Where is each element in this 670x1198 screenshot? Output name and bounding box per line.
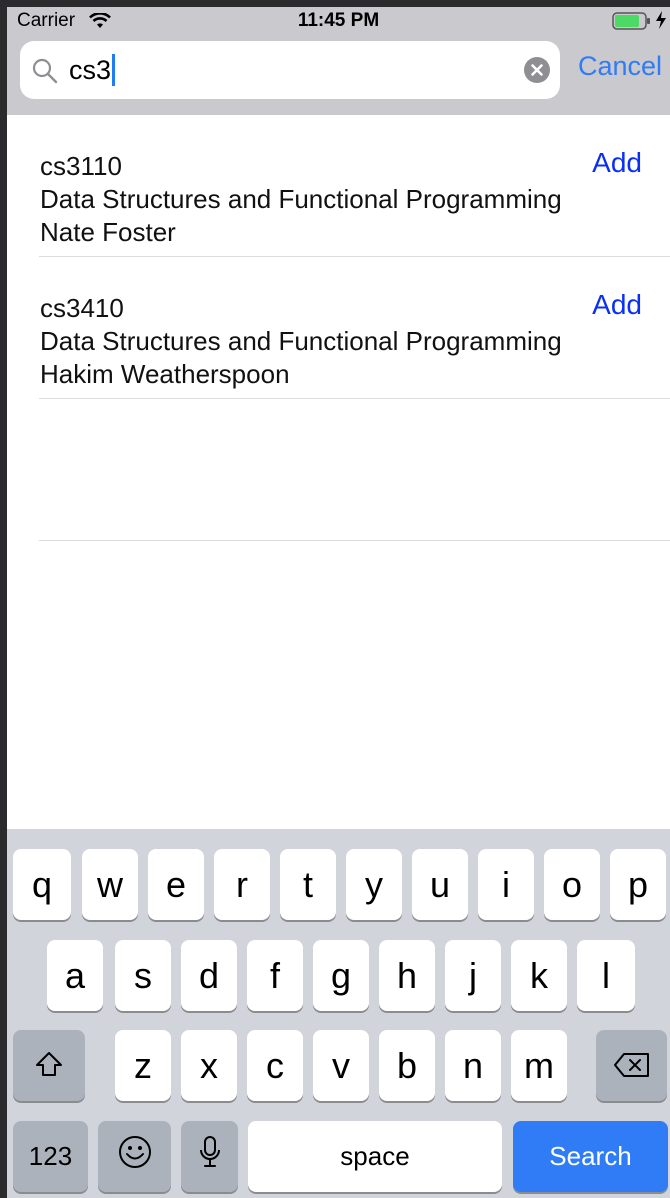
search-key[interactable]: Search <box>513 1121 668 1192</box>
shift-key[interactable] <box>13 1030 85 1101</box>
key-j[interactable]: j <box>445 940 501 1011</box>
dictation-key[interactable] <box>181 1121 238 1192</box>
key-p[interactable]: p <box>610 849 666 920</box>
search-header: cs3 Cancel <box>7 35 670 115</box>
cancel-button[interactable]: Cancel <box>578 51 662 82</box>
shift-icon <box>34 1045 64 1087</box>
text-caret <box>112 54 116 86</box>
microphone-icon <box>199 1135 221 1178</box>
clock: 11:45 PM <box>297 10 380 31</box>
key-l[interactable]: l <box>577 940 635 1011</box>
key-f[interactable]: f <box>247 940 303 1011</box>
emoji-icon <box>118 1135 152 1178</box>
key-a[interactable]: a <box>47 940 103 1011</box>
backspace-key[interactable] <box>596 1030 667 1101</box>
key-u[interactable]: u <box>412 849 468 920</box>
keyboard: q w e r t y u i o p a s d f g h j k l z … <box>7 829 670 1198</box>
key-m[interactable]: m <box>511 1030 567 1101</box>
list-item: cs3110 Data Structures and Functional Pr… <box>39 115 670 257</box>
search-icon <box>32 58 58 89</box>
key-e[interactable]: e <box>148 849 204 920</box>
key-r[interactable]: r <box>214 849 270 920</box>
key-k[interactable]: k <box>511 940 567 1011</box>
key-i[interactable]: i <box>478 849 534 920</box>
course-code: cs3110 <box>40 151 122 181</box>
search-input[interactable]: cs3 <box>20 41 560 99</box>
key-o[interactable]: o <box>544 849 600 920</box>
backspace-icon <box>613 1045 651 1087</box>
empty-row <box>39 399 670 541</box>
results-list: cs3110 Data Structures and Functional Pr… <box>7 115 670 541</box>
add-button[interactable]: Add <box>592 289 642 321</box>
course-instructor: Hakim Weatherspoon <box>40 359 290 389</box>
key-t[interactable]: t <box>280 849 336 920</box>
course-title: Data Structures and Functional Programmi… <box>40 326 562 356</box>
battery-icon <box>612 12 652 35</box>
key-c[interactable]: c <box>247 1030 303 1101</box>
key-n[interactable]: n <box>445 1030 501 1101</box>
numbers-key[interactable]: 123 <box>13 1121 88 1192</box>
space-key[interactable]: space <box>248 1121 502 1192</box>
course-title: Data Structures and Functional Programmi… <box>40 184 562 214</box>
key-b[interactable]: b <box>379 1030 435 1101</box>
key-y[interactable]: y <box>346 849 402 920</box>
screen: Carrier 11:45 PM cs3 Cancel cs3110 Data … <box>7 7 670 1198</box>
course-instructor: Nate Foster <box>40 217 176 247</box>
key-z[interactable]: z <box>115 1030 171 1101</box>
key-v[interactable]: v <box>313 1030 369 1101</box>
key-q[interactable]: q <box>13 849 71 920</box>
key-g[interactable]: g <box>313 940 369 1011</box>
clear-icon[interactable] <box>524 57 550 83</box>
search-value: cs3 <box>69 55 112 85</box>
emoji-key[interactable] <box>98 1121 171 1192</box>
key-x[interactable]: x <box>181 1030 237 1101</box>
key-w[interactable]: w <box>82 849 138 920</box>
key-d[interactable]: d <box>181 940 237 1011</box>
charging-icon <box>655 11 667 34</box>
key-h[interactable]: h <box>379 940 435 1011</box>
status-bar: Carrier 11:45 PM <box>7 7 670 35</box>
course-code: cs3410 <box>40 293 124 323</box>
search-text: cs3 <box>69 54 116 86</box>
add-button[interactable]: Add <box>592 147 642 179</box>
key-s[interactable]: s <box>115 940 171 1011</box>
list-item: cs3410 Data Structures and Functional Pr… <box>39 257 670 399</box>
